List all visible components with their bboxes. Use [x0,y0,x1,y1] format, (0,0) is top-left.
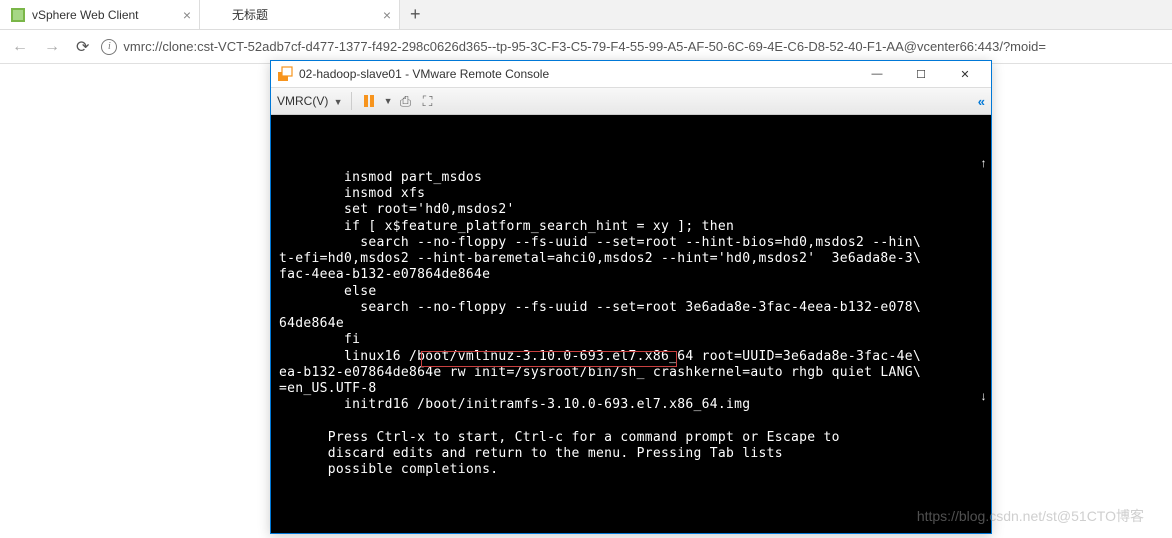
vmrc-toolbar: VMRC(V) ▼ ▼ ⎙ ⛶ « [271,87,991,115]
reload-button[interactable]: ⟳ [72,35,93,59]
scroll-down-arrow: ↓ [980,390,987,405]
tab-untitled[interactable]: 无标题 × [200,0,400,29]
collapse-toolbar-icon[interactable]: « [978,94,985,109]
vmrc-window: 02-hadoop-slave01 - VMware Remote Consol… [270,60,992,534]
forward-button[interactable]: → [40,36,64,58]
send-keys-button[interactable]: ⎙ [397,92,415,110]
back-button[interactable]: ← [8,36,32,58]
window-title: 02-hadoop-slave01 - VMware Remote Consol… [299,67,857,81]
tab-vsphere[interactable]: vSphere Web Client × [0,0,200,29]
watermark-text: https://blog.csdn.net/st@51CTO博客 [917,506,1144,526]
tab-label: 无标题 [232,6,268,23]
window-controls: — ☐ ✕ [857,63,985,85]
browser-nav-bar: ← → ⟳ i vmrc://clone:cst-VCT-52adb7cf-d4… [0,30,1172,64]
maximize-button[interactable]: ☐ [901,63,941,85]
new-tab-button[interactable]: + [400,4,431,25]
close-icon[interactable]: × [183,7,191,23]
vsphere-favicon [10,7,26,23]
vmrc-app-icon [277,66,293,82]
blank-favicon [210,7,226,23]
url-text: vmrc://clone:cst-VCT-52adb7cf-d477-1377-… [123,39,1046,54]
close-button[interactable]: ✕ [945,63,985,85]
fullscreen-button[interactable]: ⛶ [419,92,437,110]
url-bar[interactable]: i vmrc://clone:cst-VCT-52adb7cf-d477-137… [101,39,1164,55]
chevron-down-icon: ▼ [334,97,343,107]
title-bar[interactable]: 02-hadoop-slave01 - VMware Remote Consol… [271,61,991,87]
browser-tab-strip: vSphere Web Client × 无标题 × + [0,0,1172,30]
site-info-icon[interactable]: i [101,39,117,55]
terminal-output[interactable]: ↑ ↓ insmod part_msdos insmod xfs set roo… [271,115,991,533]
pause-button[interactable] [360,92,378,110]
close-icon[interactable]: × [383,7,391,23]
minimize-button[interactable]: — [857,63,897,85]
vmrc-menu[interactable]: VMRC(V) ▼ [277,94,343,108]
tab-label: vSphere Web Client [32,8,139,22]
chevron-down-icon[interactable]: ▼ [384,96,393,106]
terminal-text: insmod part_msdos insmod xfs set root='h… [279,121,983,479]
separator [351,92,352,110]
scroll-up-arrow: ↑ [980,157,987,172]
